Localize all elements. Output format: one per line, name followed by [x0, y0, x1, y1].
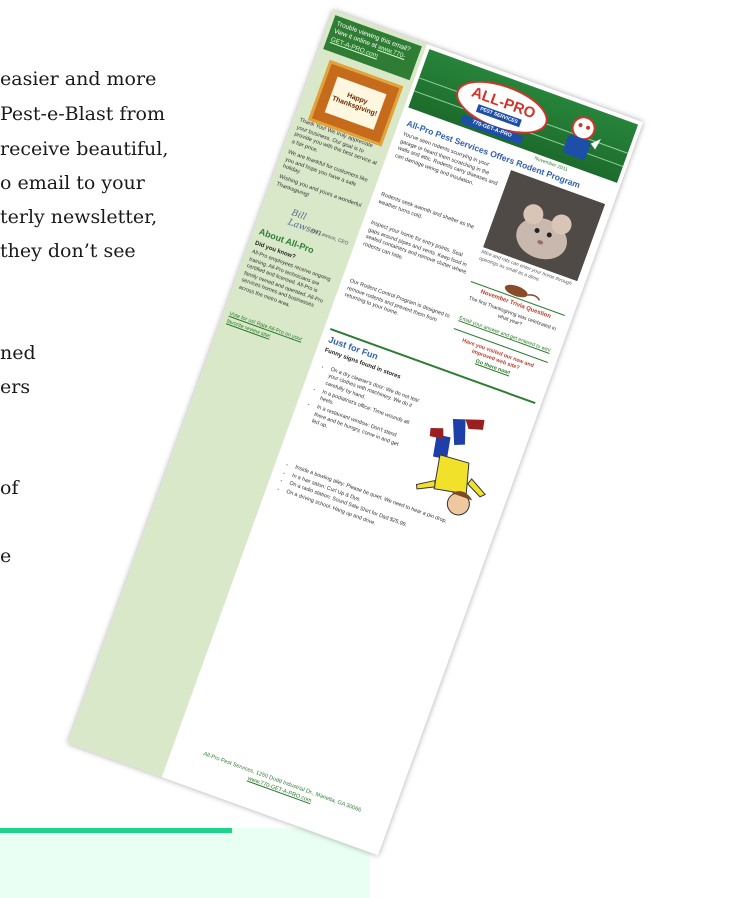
accent-bar	[0, 828, 232, 833]
article-line: o email to your	[0, 172, 145, 194]
article-line: they don’t see	[0, 240, 136, 262]
article-line: easier and more	[0, 68, 157, 90]
article-line: Pest-e-Blast from	[0, 103, 166, 125]
article-line: e	[0, 545, 12, 567]
article-line: of	[0, 477, 19, 499]
article-line: ers	[0, 376, 31, 398]
accent-box	[0, 828, 370, 898]
thanksgiving-card-text: Happy Thanksgiving!	[324, 76, 387, 130]
article-line: receive beautiful,	[0, 138, 169, 160]
article-line: terly newsletter,	[0, 206, 158, 228]
article-line: ned	[0, 342, 36, 364]
main-body-4: Our Rodent Control Program is designed t…	[343, 277, 451, 324]
about-link[interactable]: Vote for us! Rate All-Pro on your favori…	[225, 311, 313, 355]
about-body: All-Pro employees receive ongoing traini…	[238, 248, 332, 309]
